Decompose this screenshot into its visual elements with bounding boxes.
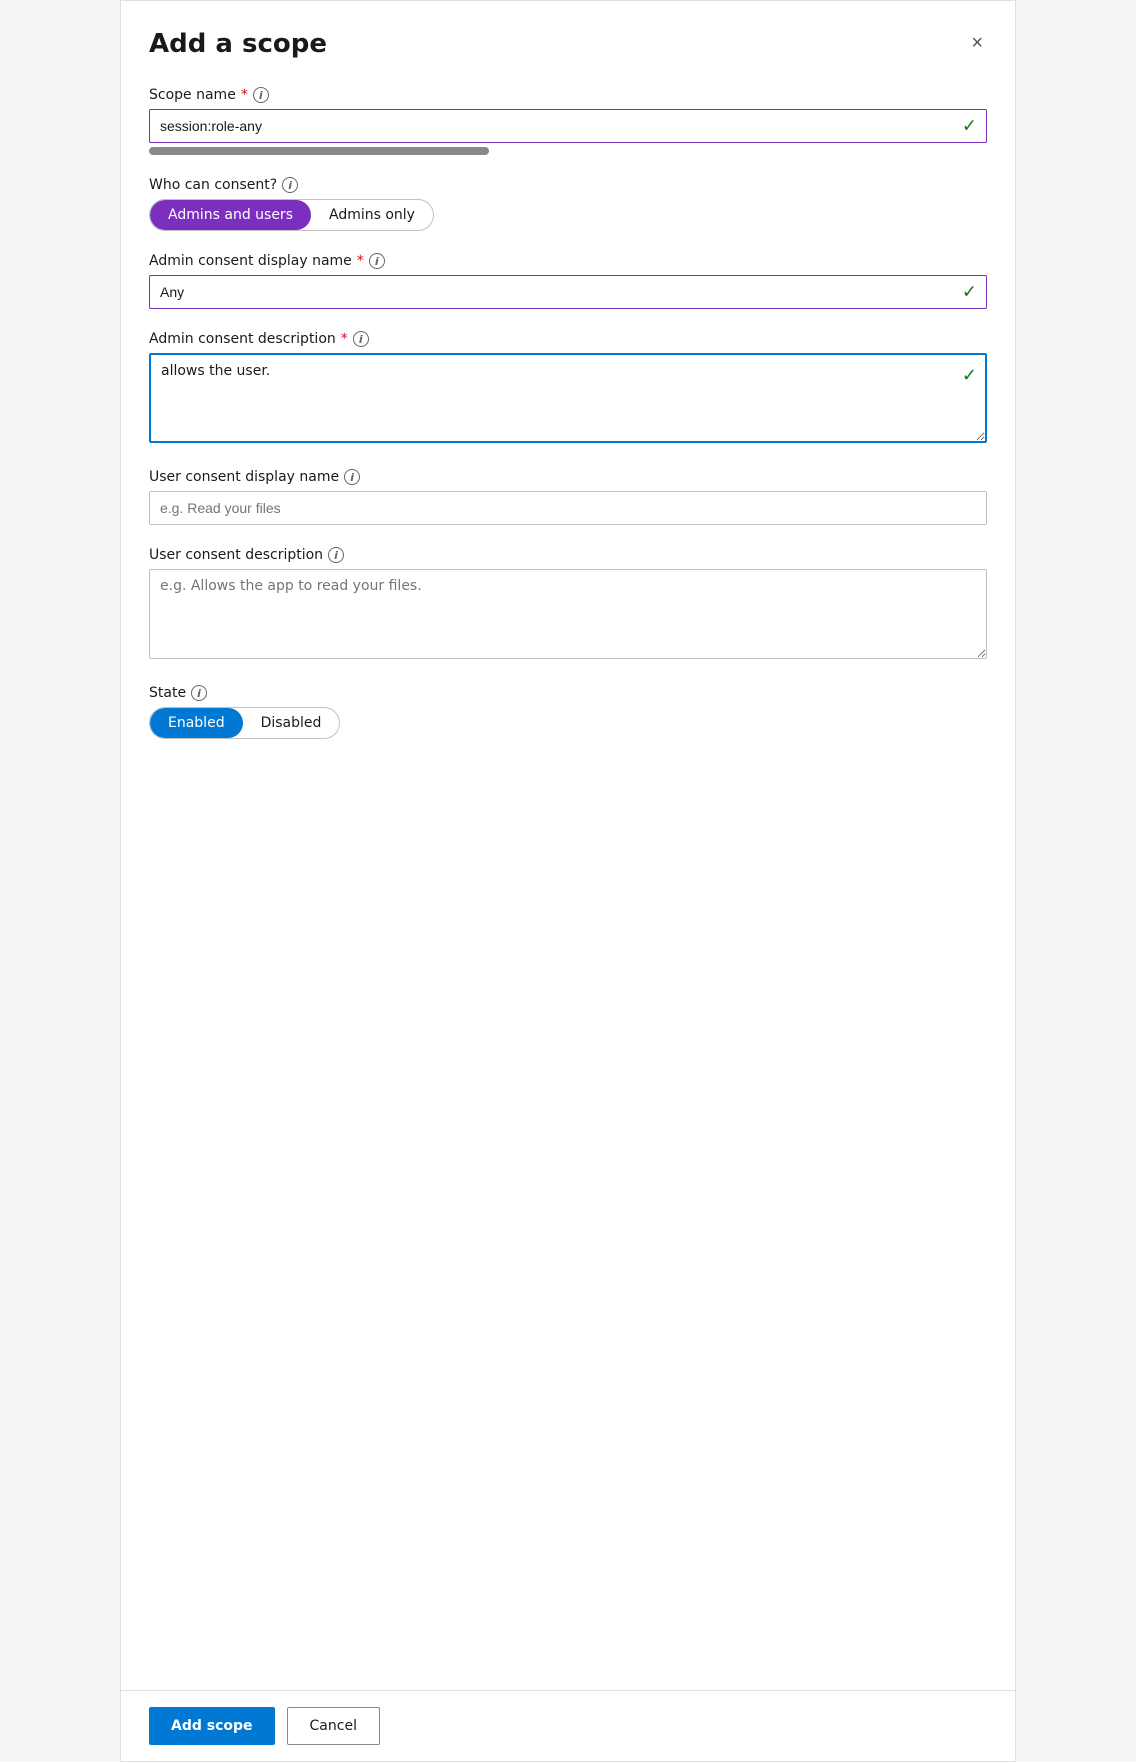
- state-label: State i: [149, 685, 987, 701]
- admin-consent-description-required: *: [341, 331, 348, 347]
- admin-consent-display-name-required: *: [357, 253, 364, 269]
- user-consent-description-textarea-wrapper: [149, 569, 987, 663]
- dialog-header: Add a scope ×: [149, 29, 987, 59]
- admin-consent-display-name-label: Admin consent display name * i: [149, 253, 987, 269]
- dialog-footer: Add scope Cancel: [121, 1690, 1015, 1761]
- scope-name-input[interactable]: [149, 109, 987, 143]
- scope-name-label: Scope name * i: [149, 87, 987, 103]
- who-can-consent-info-icon[interactable]: i: [282, 177, 298, 193]
- admin-consent-description-group: Admin consent description * i allows the…: [149, 331, 987, 447]
- add-scope-dialog: Add a scope × Scope name * i ✓ Who can c…: [120, 0, 1016, 1762]
- state-toggle: Enabled Disabled: [149, 707, 340, 739]
- who-can-consent-group: Who can consent? i Admins and users Admi…: [149, 177, 987, 231]
- user-consent-display-name-input[interactable]: [149, 491, 987, 525]
- scope-name-group: Scope name * i ✓: [149, 87, 987, 155]
- close-button[interactable]: ×: [967, 29, 987, 57]
- scope-name-check-icon: ✓: [962, 116, 977, 137]
- user-consent-description-info-icon[interactable]: i: [328, 547, 344, 563]
- admin-consent-display-name-input[interactable]: [149, 275, 987, 309]
- admin-consent-display-name-input-wrapper: ✓: [149, 275, 987, 309]
- admin-consent-display-name-info-icon[interactable]: i: [369, 253, 385, 269]
- scope-name-required: *: [241, 87, 248, 103]
- scope-name-input-wrapper: ✓: [149, 109, 987, 143]
- admins-only-option[interactable]: Admins only: [311, 200, 433, 230]
- user-consent-display-name-group: User consent display name i: [149, 469, 987, 525]
- who-can-consent-toggle: Admins and users Admins only: [149, 199, 434, 231]
- user-consent-description-group: User consent description i: [149, 547, 987, 663]
- admin-consent-description-label: Admin consent description * i: [149, 331, 987, 347]
- user-consent-display-name-input-wrapper: [149, 491, 987, 525]
- state-group: State i Enabled Disabled: [149, 685, 987, 739]
- state-info-icon[interactable]: i: [191, 685, 207, 701]
- user-consent-display-name-label: User consent display name i: [149, 469, 987, 485]
- scope-name-info-icon[interactable]: i: [253, 87, 269, 103]
- admin-consent-description-input[interactable]: allows the user.: [149, 353, 987, 443]
- admin-consent-description-check-icon: ✓: [962, 365, 977, 386]
- admin-consent-display-name-check-icon: ✓: [962, 282, 977, 303]
- user-consent-description-label: User consent description i: [149, 547, 987, 563]
- dialog-content: Add a scope × Scope name * i ✓ Who can c…: [121, 1, 1015, 1690]
- user-consent-description-input[interactable]: [149, 569, 987, 659]
- cancel-button[interactable]: Cancel: [287, 1707, 380, 1745]
- who-can-consent-label: Who can consent? i: [149, 177, 987, 193]
- disabled-option[interactable]: Disabled: [243, 708, 340, 738]
- scope-name-scrollbar[interactable]: [149, 147, 489, 155]
- add-scope-button[interactable]: Add scope: [149, 1707, 275, 1745]
- enabled-option[interactable]: Enabled: [150, 708, 243, 738]
- admin-consent-display-name-group: Admin consent display name * i ✓: [149, 253, 987, 309]
- admin-consent-description-textarea-wrapper: allows the user. ✓: [149, 353, 987, 447]
- admin-consent-description-info-icon[interactable]: i: [353, 331, 369, 347]
- dialog-title: Add a scope: [149, 29, 327, 59]
- admins-and-users-option[interactable]: Admins and users: [150, 200, 311, 230]
- user-consent-display-name-info-icon[interactable]: i: [344, 469, 360, 485]
